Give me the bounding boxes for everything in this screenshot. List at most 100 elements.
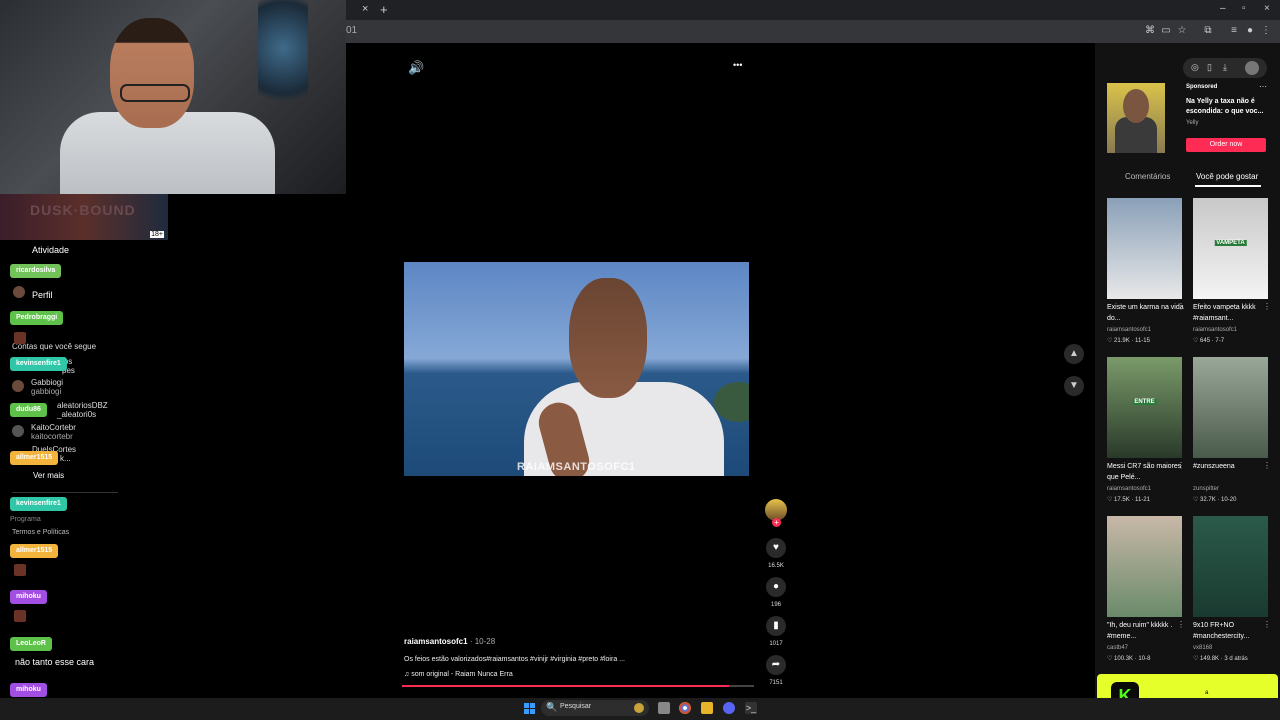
chrome-icon[interactable] [679, 702, 691, 714]
ad-more-icon[interactable]: ··· [1259, 82, 1267, 91]
compass-icon[interactable]: ◎ [1191, 62, 1199, 73]
order-now-button[interactable]: Order now [1186, 138, 1266, 152]
browser-tab-bar: × + – ▫ × [346, 0, 1280, 20]
like-heart-icon[interactable]: ♥ [766, 538, 786, 558]
task-view-icon[interactable] [658, 702, 670, 714]
video-sound[interactable]: ♫ som original - Raiam Nunca Erra [404, 671, 513, 678]
ad-thumbnail[interactable] [1107, 83, 1165, 153]
terminal-icon[interactable]: >_ [745, 702, 757, 714]
kick-text: a [1205, 690, 1209, 696]
active-tab-indicator [1195, 185, 1261, 187]
tab-comments[interactable]: Comentários [1125, 172, 1170, 181]
chat-username: kevinsenfire1 [10, 357, 67, 371]
recommendation-stats: ♡ 645 · 7-7 [1193, 338, 1225, 344]
search-placeholder: Pesquisar [560, 703, 592, 710]
tab-you-may-like[interactable]: Você pode gostar [1196, 172, 1258, 181]
menu-icon[interactable]: ⋮ [1260, 25, 1272, 37]
recommendation-title[interactable]: Existe um karma na vida do... [1107, 302, 1187, 324]
close-tab-icon[interactable]: × [362, 3, 368, 15]
recommendation-author[interactable]: raiamsantosofc1 [1107, 486, 1187, 492]
extensions-icon[interactable]: ⧉ [1202, 25, 1214, 37]
footer-terms-link[interactable]: Termos e Políticas [12, 529, 69, 536]
account-name[interactable]: Gabbiogi [31, 378, 63, 387]
video-person-head [569, 278, 647, 398]
bookmark-star-icon[interactable]: ☆ [1176, 25, 1188, 37]
see-more-link[interactable]: Ver mais [33, 471, 64, 480]
game-banner-logo: DUSK·BOUND [30, 202, 136, 218]
account-name[interactable]: KaitoCortebr [31, 423, 76, 432]
recommendation-more-icon[interactable]: ⋮ [1177, 461, 1185, 470]
recommendation-author[interactable]: castb47 [1107, 645, 1187, 651]
recommendation-thumbnail[interactable] [1107, 198, 1182, 299]
file-explorer-icon[interactable] [701, 702, 713, 714]
chat-username: dudu86 [10, 403, 47, 417]
recommendation-more-icon[interactable]: ⋮ [1177, 302, 1185, 311]
recommendation-author[interactable]: raiamsantosofc1 [1193, 327, 1273, 333]
discord-icon[interactable] [723, 702, 735, 714]
recommendation-title[interactable]: 9x10 FR+NO #manchestercity... [1193, 620, 1273, 642]
maximize-icon[interactable]: ▫ [1242, 3, 1246, 14]
video-author[interactable]: raiamsantosofc1 · 10-28 [404, 637, 495, 646]
recommendation-more-icon[interactable]: ⋮ [1263, 302, 1271, 311]
url-text[interactable]: 01 [346, 25, 357, 36]
user-avatar[interactable] [1245, 61, 1259, 75]
recommendation-more-icon[interactable]: ⋮ [1263, 620, 1271, 629]
recommendation-thumbnail[interactable]: ENTRE [1107, 357, 1182, 458]
more-options-icon[interactable]: ••• [733, 60, 742, 70]
recommendation-author[interactable]: zunspitter [1193, 486, 1273, 492]
recommendation-title[interactable]: Efeito vampeta kkkk #raiamsant... [1193, 302, 1273, 324]
ad-title[interactable]: Na Yelly a taxa não é escondida: o que v… [1186, 97, 1268, 117]
previous-video-icon[interactable]: ▲ [1064, 344, 1084, 364]
recommendation-thumbnail[interactable] [1193, 357, 1268, 458]
download-icon[interactable]: ⤓ [1223, 62, 1227, 73]
search-highlight-icon [634, 703, 644, 713]
comment-icon[interactable]: ● [766, 577, 786, 597]
taskbar-search[interactable]: 🔍 Pesquisar [541, 700, 649, 716]
follow-plus-icon[interactable]: + [772, 518, 781, 527]
new-tab-button[interactable]: + [380, 2, 388, 17]
recommendation-thumbnail[interactable]: VAMPETA [1193, 198, 1268, 299]
sound-name[interactable]: som original - Raiam Nunca Erra [411, 671, 513, 678]
recommendation-more-icon[interactable]: ⋮ [1177, 620, 1185, 629]
next-video-icon[interactable]: ▼ [1064, 376, 1084, 396]
recommendation-thumbnail[interactable] [1193, 516, 1268, 617]
close-window-icon[interactable]: × [1264, 3, 1270, 14]
account-avatar[interactable] [12, 425, 24, 437]
comment-count: 196 [770, 602, 781, 608]
video-description: Os feios estão valorizados#raiamsantos #… [404, 656, 625, 663]
phone-icon[interactable]: ▯ [1207, 62, 1212, 73]
profile-avatar[interactable] [13, 286, 25, 298]
recommendation-thumbnail[interactable] [1107, 516, 1182, 617]
video-player[interactable]: RAIAMSANTOSOFC1 [404, 262, 749, 476]
recommendation-author[interactable]: raiamsantosofc1 [1107, 327, 1187, 333]
recommendation-title[interactable]: Messi CR7 são maiores que Pelé... [1107, 461, 1187, 483]
volume-icon[interactable]: 🔊 [408, 60, 424, 76]
address-bar[interactable]: 01 ⌘ ▭ ☆ ⧉ ≡ ● ⋮ [346, 20, 1280, 43]
author-username[interactable]: raiamsantosofc1 [404, 637, 468, 646]
sidebar-item-profile[interactable]: Perfil [32, 290, 53, 300]
chat-username: ricardosilva [10, 264, 62, 278]
bookmark-icon[interactable]: ▮ [766, 616, 786, 636]
cast-icon[interactable]: ▭ [1160, 25, 1172, 37]
header-actions: ◎ ▯ ⤓ [1183, 58, 1267, 78]
christmas-tree-image [258, 0, 308, 120]
recommendation-title[interactable]: "Ih, deu ruim" kkkkk . #meme... [1107, 620, 1187, 642]
island-image [714, 382, 749, 422]
profile-icon[interactable]: ● [1244, 25, 1256, 37]
age-rating-badge: 18+ [150, 231, 164, 238]
recommendation-title[interactable]: #zunszueena [1193, 461, 1273, 472]
minimize-icon[interactable]: – [1220, 3, 1226, 14]
sidepanel-icon[interactable]: ≡ [1228, 25, 1240, 37]
recommendation-more-icon[interactable]: ⋮ [1263, 461, 1271, 470]
footer-program-link[interactable]: Programa [10, 516, 41, 523]
sidebar-item-activity[interactable]: Atividade [32, 245, 69, 255]
windows-start-icon[interactable] [524, 703, 536, 715]
share-icon[interactable]: ➦ [766, 655, 786, 675]
recommendation-author[interactable]: vx8168 [1193, 645, 1273, 651]
video-progress-bar[interactable] [402, 685, 754, 687]
account-avatar[interactable] [12, 380, 24, 392]
sidebar-divider [12, 492, 118, 493]
chat-badge-icon [14, 332, 26, 344]
translate-icon[interactable]: ⌘ [1144, 25, 1156, 37]
glasses-image [120, 84, 190, 102]
